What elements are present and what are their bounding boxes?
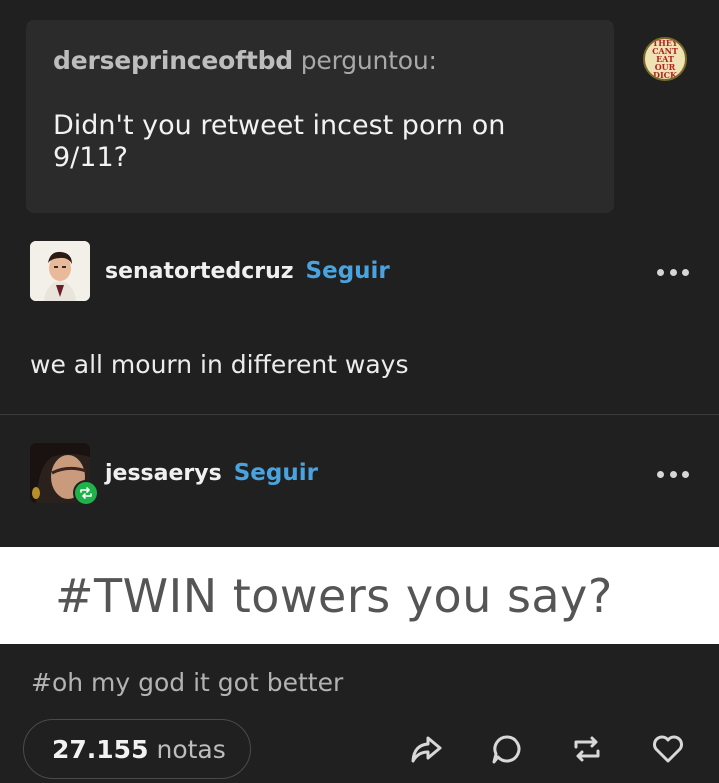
follow-button[interactable]: Seguir <box>306 258 390 284</box>
more-options-icon[interactable] <box>657 468 689 480</box>
ask-verb: perguntou: <box>300 46 437 75</box>
more-options-icon[interactable] <box>657 266 689 278</box>
reblog-username[interactable]: jessaerys <box>105 461 222 486</box>
reply-icon[interactable] <box>489 731 525 767</box>
notes-label: notas <box>156 734 226 764</box>
share-icon[interactable] <box>408 731 444 767</box>
reblog-icon[interactable] <box>569 731 605 767</box>
notes-button[interactable]: 27.155 notas <box>23 719 251 779</box>
reblog-badge-icon <box>73 480 99 506</box>
asker-name[interactable]: derseprinceoftbd <box>53 46 293 75</box>
follow-button[interactable]: Seguir <box>234 460 318 486</box>
ask-box: derseprinceoftbd perguntou: Didn't you r… <box>26 20 614 213</box>
portrait-icon <box>30 241 90 301</box>
ask-header: derseprinceoftbd perguntou: <box>53 46 588 76</box>
like-icon[interactable] <box>650 731 686 767</box>
notes-count: 27.155 <box>52 734 149 764</box>
ask-question: Didn't you retweet incest porn on 9/11? <box>53 110 506 173</box>
answer-username[interactable]: senatortedcruz <box>105 259 294 284</box>
post-tag[interactable]: #oh my god it got better <box>31 668 343 697</box>
asker-avatar-text: THEY CANT EAT OUR DICK <box>652 38 678 80</box>
answer-header: senatortedcruz Seguir <box>30 241 390 301</box>
divider <box>0 414 719 415</box>
answer-text: we all mourn in different ways <box>30 350 409 379</box>
reblog-image-text: #TWIN towers you say? <box>55 568 613 623</box>
reblog-image: #TWIN towers you say? <box>0 547 719 644</box>
asker-avatar[interactable]: THEY CANT EAT OUR DICK <box>643 37 687 81</box>
avatar[interactable] <box>30 241 90 301</box>
